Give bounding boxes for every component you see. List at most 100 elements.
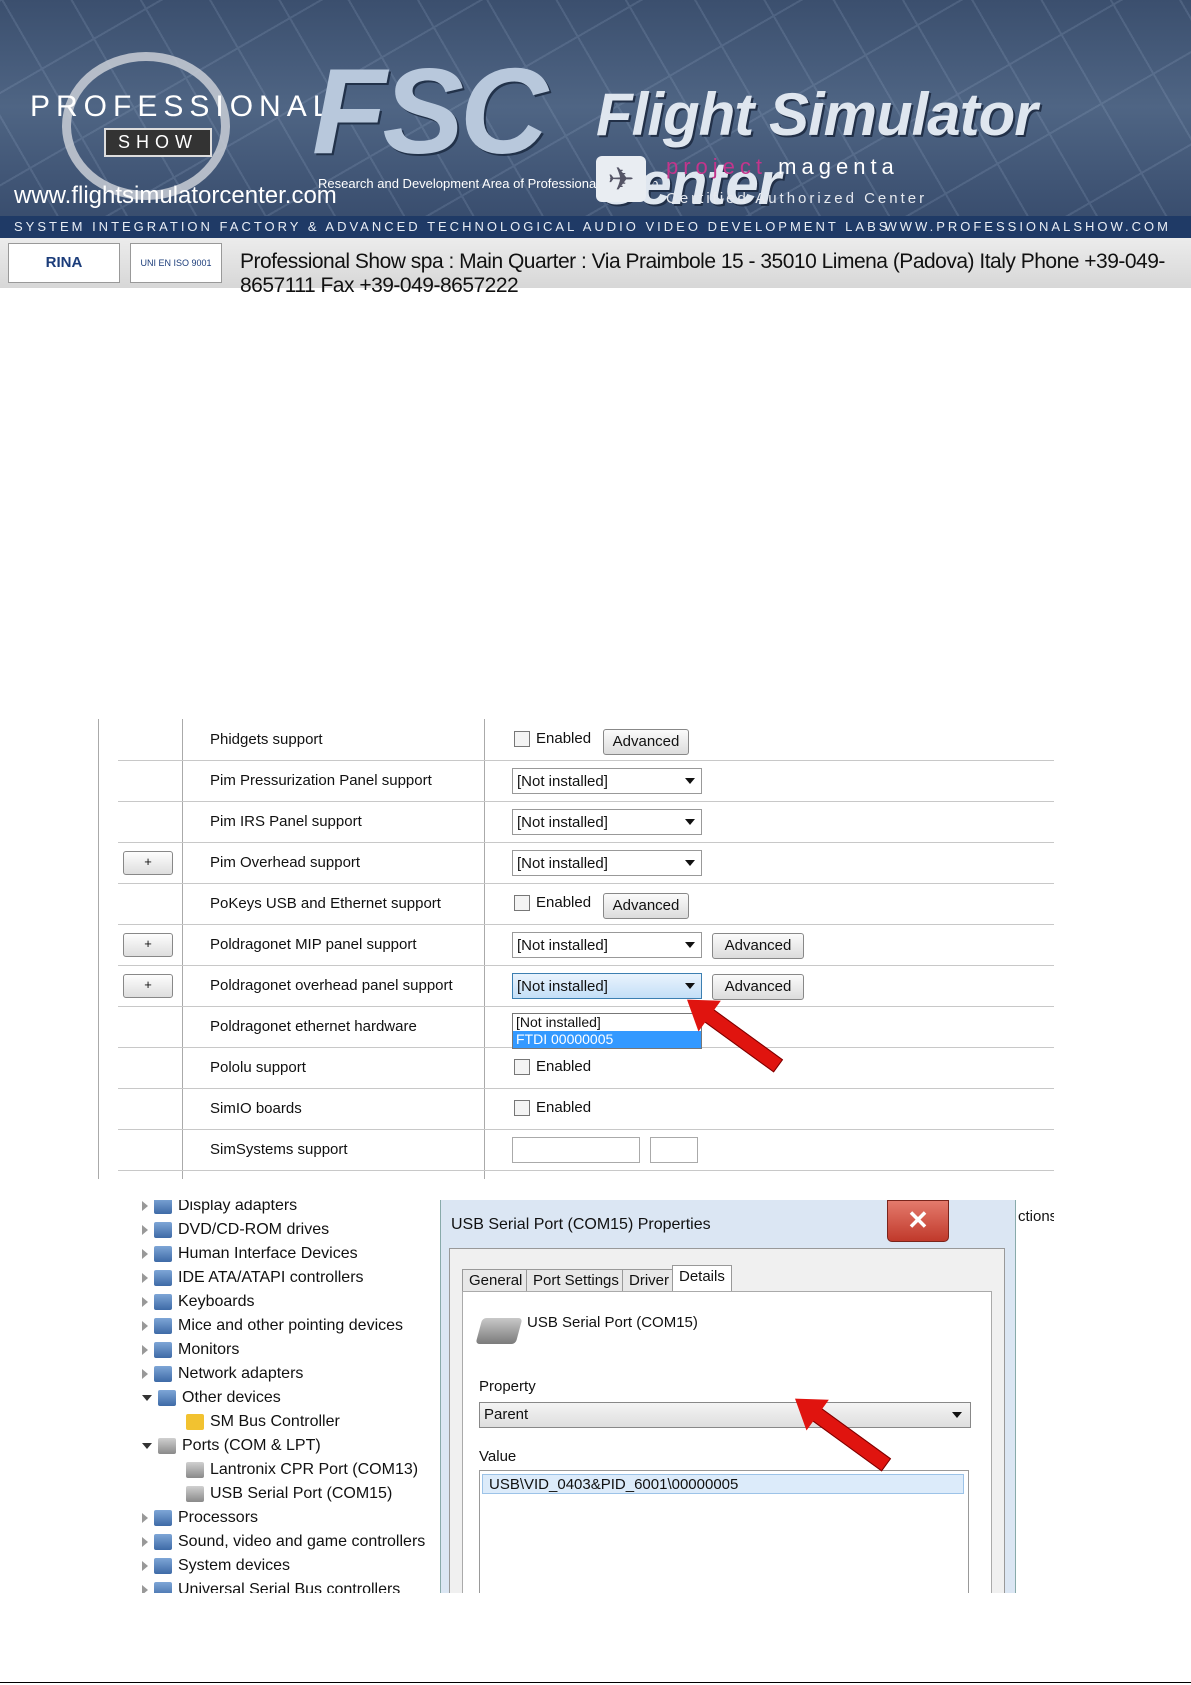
dialog-title: USB Serial Port (COM15) Properties [451, 1216, 711, 1233]
dropdown-option[interactable]: [Not installed] [513, 1014, 701, 1031]
tree-item[interactable]: Ports (COM & LPT) [142, 1434, 321, 1458]
hardware-select[interactable]: [Not installed] [512, 850, 702, 876]
tree-item-label: USB Serial Port (COM15) [210, 1485, 393, 1502]
advanced-button[interactable]: Advanced [712, 974, 804, 1000]
tree-item-label: Keyboards [178, 1293, 255, 1310]
tab-details[interactable]: Details [672, 1265, 732, 1293]
dropdown-arrow-icon [685, 942, 695, 948]
tree-item[interactable]: Monitors [142, 1338, 239, 1362]
pm-project-word: project [666, 154, 768, 179]
dropdown-option-selected[interactable]: FTDI 00000005 [513, 1031, 701, 1048]
tree-item[interactable]: Network adapters [142, 1362, 303, 1386]
professional-show-logo-show: SHOW [104, 128, 212, 157]
advanced-button[interactable]: Advanced [603, 893, 689, 919]
tree-item-label: DVD/CD-ROM drives [178, 1221, 330, 1238]
dropdown-arrow-icon [685, 778, 695, 784]
tree-item-label: Sound, video and game controllers [178, 1533, 426, 1550]
warning-device-icon [186, 1413, 204, 1430]
professional-show-logo-ring [62, 52, 230, 200]
enabled-checkbox[interactable] [514, 1059, 530, 1075]
close-icon[interactable]: ✕ [887, 1200, 949, 1242]
tree-item[interactable]: IDE ATA/ATAPI controllers [142, 1266, 364, 1290]
tree-item[interactable]: Display adapters [142, 1200, 297, 1218]
expand-button[interactable]: + [123, 974, 173, 998]
company-address: Professional Show spa : Main Quarter : V… [240, 250, 1165, 297]
enabled-checkbox[interactable] [514, 895, 530, 911]
select-value: [Not installed] [517, 937, 608, 954]
tree-item[interactable]: System devices [142, 1554, 290, 1578]
table-row: + Poldragonet overhead panel support [No… [118, 965, 1054, 1007]
advanced-button[interactable]: Advanced [712, 933, 804, 959]
select-value: [Not installed] [517, 978, 608, 995]
row-label: Poldragonet ethernet hardware [210, 1018, 417, 1035]
hid-icon [154, 1245, 172, 1262]
certified-center-text: Certified Authorized Center [666, 190, 928, 207]
settings-table-screenshot: Phidgets support Enabled Advanced Pim Pr… [96, 719, 1054, 1179]
collapse-arrow-icon [142, 1442, 152, 1449]
network-adapter-icon [154, 1365, 172, 1382]
expand-button[interactable]: + [123, 933, 173, 957]
collapse-arrow-icon [142, 1394, 152, 1401]
table-row: Pim IRS Panel support [Not installed] [118, 801, 1054, 843]
other-devices-icon [158, 1389, 176, 1406]
actions-pane-fragment: ctions [1018, 1208, 1054, 1225]
monitor-icon [154, 1341, 172, 1358]
dropdown-list: [Not installed] FTDI 00000005 [512, 1013, 702, 1049]
tree-item[interactable]: Other devices [142, 1386, 281, 1410]
simsystems-textbox-small[interactable] [650, 1137, 698, 1163]
enabled-checkbox[interactable] [514, 1100, 530, 1116]
dropdown-arrow-icon [685, 860, 695, 866]
tree-item-label: Display adapters [178, 1200, 298, 1214]
device-name: USB Serial Port (COM15) [527, 1314, 698, 1331]
hardware-select-open[interactable]: [Not installed] [512, 973, 702, 999]
tab-general[interactable]: General [462, 1269, 530, 1292]
row-label: Pololu support [210, 1059, 306, 1076]
dropdown-arrow-icon [952, 1412, 962, 1418]
dvd-drive-icon [154, 1221, 172, 1238]
tree-item[interactable]: Processors [142, 1506, 258, 1530]
tree-item[interactable]: Human Interface Devices [142, 1242, 358, 1266]
dialog-body: General Port Settings Driver Details USB… [449, 1248, 1005, 1593]
value-row[interactable]: USB\VID_0403&PID_6001\00000005 [482, 1474, 964, 1494]
tree-item[interactable]: USB Serial Port (COM15) [186, 1482, 392, 1506]
iso-certification-logo: UNI EN ISO 9001 [130, 243, 222, 283]
header-banner: PROFESSIONAL SHOW www.flightsimulatorcen… [0, 0, 1191, 238]
checkbox-label: Enabled [536, 894, 592, 911]
property-select[interactable]: Parent [479, 1402, 971, 1428]
enabled-checkbox[interactable] [514, 731, 530, 747]
tree-item[interactable]: SM Bus Controller [186, 1410, 340, 1434]
expand-arrow-icon [142, 1368, 148, 1379]
hardware-select[interactable]: [Not installed] [512, 932, 702, 958]
tab-driver[interactable]: Driver [622, 1269, 676, 1292]
table-row: + Pim Overhead support [Not installed] [118, 842, 1054, 884]
tree-item-label: Lantronix CPR Port (COM13) [210, 1461, 419, 1478]
expand-arrow-icon [142, 1560, 148, 1571]
row-label: SimIO boards [210, 1100, 302, 1117]
expand-arrow-icon [142, 1320, 148, 1331]
tree-item[interactable]: Sound, video and game controllers [142, 1530, 425, 1554]
tree-item[interactable]: Lantronix CPR Port (COM13) [186, 1458, 418, 1482]
port-icon [186, 1461, 204, 1478]
table-row: SimIO boards Enabled [118, 1088, 1054, 1130]
checkbox-label: Enabled [536, 730, 592, 747]
website-url: www.flightsimulatorcenter.com [14, 182, 337, 209]
advanced-button[interactable]: Advanced [603, 729, 689, 755]
tab-port-settings[interactable]: Port Settings [526, 1269, 626, 1292]
rina-certification-logo: RINA [8, 243, 120, 283]
table-row: SimSystems support [118, 1129, 1054, 1171]
tree-item-label: Other devices [182, 1389, 281, 1406]
tree-item[interactable]: Universal Serial Bus controllers [142, 1578, 400, 1593]
simsystems-textbox[interactable] [512, 1137, 640, 1163]
expand-button[interactable]: + [123, 851, 173, 875]
tree-item[interactable]: Keyboards [142, 1290, 255, 1314]
row-label: Poldragonet overhead panel support [210, 977, 453, 994]
table-row: Phidgets support Enabled Advanced [118, 719, 1054, 761]
hardware-select[interactable]: [Not installed] [512, 768, 702, 794]
tree-item[interactable]: Mice and other pointing devices [142, 1314, 403, 1338]
hardware-select[interactable]: [Not installed] [512, 809, 702, 835]
row-label: Pim IRS Panel support [210, 813, 362, 830]
tree-item[interactable]: DVD/CD-ROM drives [142, 1218, 329, 1242]
tree-item-label: Ports (COM & LPT) [182, 1437, 321, 1454]
value-label: Value [479, 1448, 517, 1465]
tree-item-label: Universal Serial Bus controllers [178, 1581, 401, 1593]
